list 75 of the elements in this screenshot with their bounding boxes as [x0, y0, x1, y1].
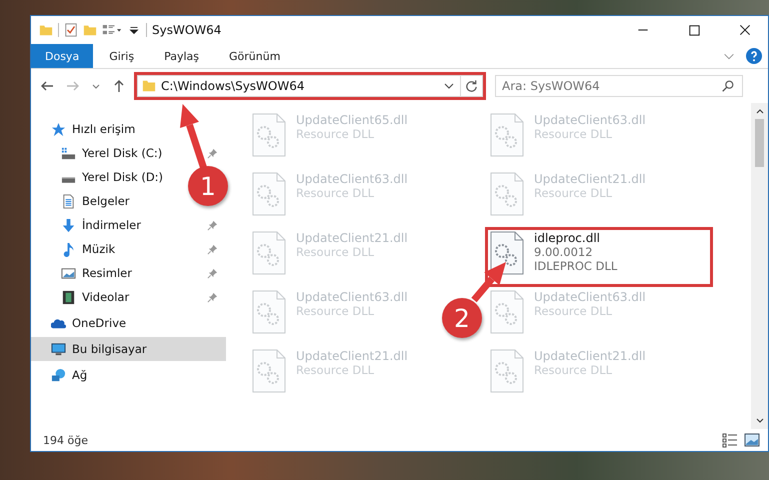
help-icon[interactable] [746, 48, 762, 64]
large-icons-view-icon[interactable] [744, 432, 760, 448]
file-detail: IDLEPROC DLL [534, 259, 618, 273]
search-field[interactable]: Ara: SysWOW64 [495, 75, 743, 97]
properties-icon[interactable] [64, 23, 78, 37]
document-icon [61, 194, 76, 208]
file-item[interactable]: idleproc.dll 9.00.0012 IDLEPROC DLL [486, 228, 712, 286]
sidebar-item[interactable]: Müzik [31, 237, 122, 261]
drive-icon [61, 176, 76, 184]
file-detail: Resource DLL [296, 304, 376, 318]
picture-icon [61, 266, 76, 280]
folder-icon [142, 79, 156, 93]
file-name: UpdateClient63.dll [534, 113, 646, 127]
sidebar-item[interactable]: Yerel Disk (C:) [31, 141, 168, 165]
file-name: UpdateClient21.dll [296, 231, 408, 245]
gear-file-icon [490, 231, 524, 275]
scroll-thumb[interactable] [755, 119, 764, 167]
file-name: UpdateClient63.dll [296, 290, 408, 304]
gear-file-icon [490, 290, 524, 334]
sidebar-item[interactable]: Ağ [31, 363, 226, 387]
pin-icon[interactable] [207, 268, 218, 278]
address-bar[interactable]: C:\Windows\SysWOW64 [137, 75, 483, 97]
file-detail: Resource DLL [296, 363, 376, 377]
ribbon-tab[interactable]: Giriş [95, 44, 148, 68]
window-title: SysWOW64 [152, 23, 222, 37]
sidebar-item[interactable]: Yerel Disk (D:) [31, 165, 170, 189]
item-count: 194 öğe [43, 434, 88, 446]
gear-file-icon [252, 349, 286, 393]
gear-file-icon [490, 349, 524, 393]
scrollbar[interactable] [751, 103, 768, 429]
file-detail: Resource DLL [296, 186, 376, 200]
ribbon-tab[interactable]: Dosya [31, 44, 94, 68]
ribbon-tab[interactable]: Paylaş [150, 44, 213, 68]
pin-icon[interactable] [207, 220, 218, 230]
file-detail: Resource DLL [534, 363, 614, 377]
file-name: UpdateClient63.dll [534, 290, 646, 304]
file-name: UpdateClient21.dll [534, 172, 646, 186]
sidebar-item[interactable]: Hızlı erişim [31, 117, 226, 141]
gear-file-icon [252, 172, 286, 216]
pin-icon[interactable] [207, 292, 218, 302]
computer-icon [51, 342, 66, 356]
file-name: idleproc.dll [534, 231, 601, 245]
music-note-icon [61, 242, 76, 256]
file-detail: Resource DLL [296, 245, 376, 259]
file-detail: Resource DLL [296, 127, 376, 141]
sidebar-item[interactable]: Belgeler [31, 189, 136, 213]
view-dropdown-icon[interactable] [102, 23, 122, 37]
file-name: UpdateClient21.dll [534, 349, 646, 363]
gear-file-icon [252, 113, 286, 157]
sidebar-item[interactable]: Videolar [31, 285, 136, 309]
sidebar-item[interactable]: Bu bilgisayar [31, 337, 226, 361]
gear-file-icon [490, 113, 524, 157]
file-name: UpdateClient65.dll [296, 113, 408, 127]
drive-icon [61, 146, 76, 160]
sidebar-item[interactable]: OneDrive [31, 311, 226, 335]
star-icon [51, 122, 66, 136]
details-view-icon[interactable] [722, 432, 738, 448]
file-name: UpdateClient63.dll [296, 172, 408, 186]
file-detail: Resource DLL [534, 186, 614, 200]
ribbon-tab[interactable]: Görünüm [215, 44, 294, 68]
file-detail: Resource DLL [534, 304, 614, 318]
pin-icon[interactable] [207, 148, 218, 158]
pin-icon[interactable] [207, 244, 218, 254]
network-icon [51, 368, 66, 382]
file-detail: Resource DLL [534, 127, 614, 141]
gear-file-icon [252, 290, 286, 334]
download-icon [61, 218, 76, 232]
file-name: UpdateClient21.dll [296, 349, 408, 363]
file-detail: 9.00.0012 [534, 245, 594, 259]
sidebar-item[interactable]: İndirmeler [31, 213, 147, 237]
sidebar-item[interactable]: Resimler [31, 261, 138, 285]
gear-file-icon [490, 172, 524, 216]
address-path: C:\Windows\SysWOW64 [161, 79, 306, 93]
film-icon [61, 290, 76, 304]
gear-file-icon [252, 231, 286, 275]
